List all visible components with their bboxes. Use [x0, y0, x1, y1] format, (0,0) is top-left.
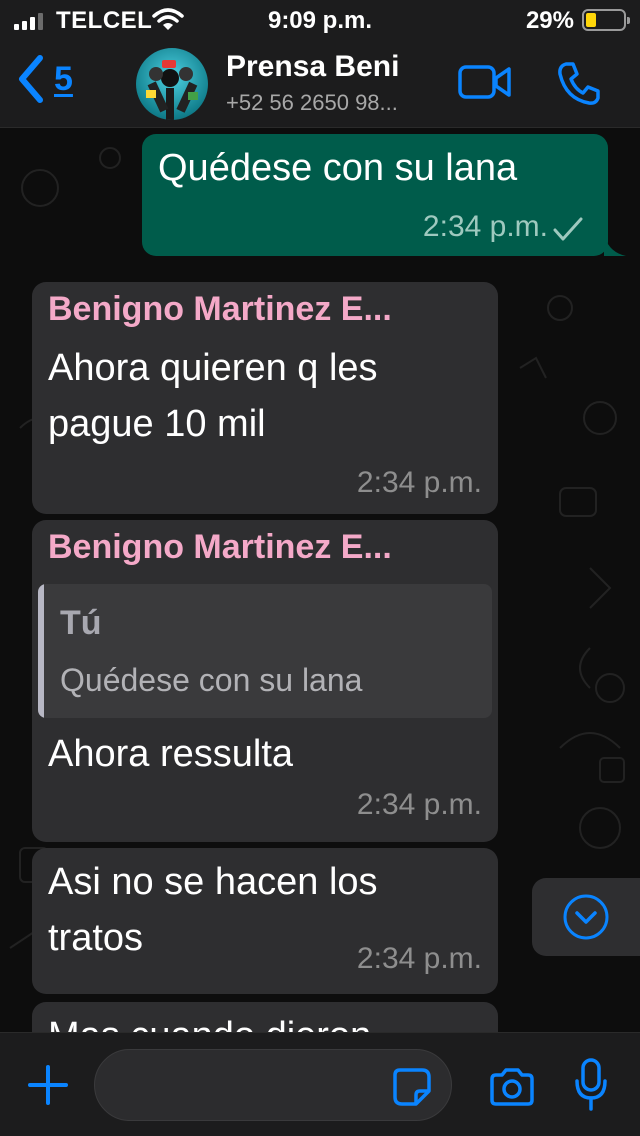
avatar[interactable]	[136, 48, 208, 120]
message-bubble-incoming[interactable]: Benigno Martinez E... Ahora quieren q le…	[32, 282, 498, 514]
contact-name[interactable]: Prensa Beni	[226, 50, 399, 84]
chevron-down-circle-icon	[563, 894, 609, 940]
battery-level-fill	[586, 13, 596, 27]
message-text: Asi no se hacen los tratos	[48, 854, 378, 966]
message-bubble-incoming[interactable]: Benigno Martinez E... Tú Quédese con su …	[32, 520, 498, 842]
message-composer	[0, 1032, 640, 1136]
message-text: Ahora ressulta	[48, 733, 294, 775]
message-bubble-incoming[interactable]: Asi no se hacen los tratos 2:34 p.m.	[32, 848, 498, 994]
video-camera-icon	[458, 65, 511, 99]
back-button[interactable]: 5	[16, 54, 73, 104]
quote-bar	[38, 584, 44, 718]
message-text: Mas cuando dieron	[48, 1008, 371, 1032]
voice-call-button[interactable]	[556, 60, 602, 111]
scroll-to-bottom-button[interactable]	[532, 878, 640, 956]
camera-button[interactable]	[488, 1067, 536, 1112]
status-bar: TELCEL 9:09 p.m. 29%	[0, 0, 640, 40]
message-bubble-incoming[interactable]: Mas cuando dieron	[32, 1002, 498, 1032]
message-time: 2:34 p.m.	[356, 466, 482, 499]
message-text-line: Asi no se hacen los	[48, 861, 378, 903]
contact-phone: +52 56 2650 98...	[226, 90, 398, 115]
quoted-author: Tú	[60, 604, 102, 642]
message-time: 2:34 p.m.	[356, 942, 482, 975]
battery-percentage: 29%	[525, 7, 574, 34]
quoted-text: Quédese con su lana	[60, 662, 363, 698]
message-text-line: tratos	[48, 917, 144, 959]
message-bubble-outgoing[interactable]: Quédese con su lana 2:34 p.m.	[142, 134, 626, 256]
bubble-tail	[604, 234, 626, 256]
message-text-line: pague 10 mil	[48, 403, 266, 445]
message-text: Quédese con su lana	[158, 147, 518, 189]
chevron-left-icon	[19, 55, 43, 103]
checkmark-icon	[553, 217, 583, 241]
voice-message-button[interactable]	[574, 1057, 608, 1118]
sticker-icon	[393, 1068, 431, 1106]
sticker-button[interactable]	[392, 1067, 432, 1112]
phone-icon	[558, 62, 600, 105]
unread-count: 5	[54, 59, 73, 98]
message-list[interactable]: Quédese con su lana 2:34 p.m. Benigno Ma…	[0, 128, 640, 1032]
battery-icon	[582, 9, 630, 31]
camera-icon	[490, 1068, 534, 1106]
message-time: 2:34 p.m.	[356, 788, 482, 821]
avatar-image	[146, 60, 198, 120]
quoted-message[interactable]: Tú Quédese con su lana	[38, 584, 492, 718]
microphone-icon	[575, 1058, 607, 1111]
attach-button[interactable]	[26, 1063, 70, 1112]
video-call-button[interactable]	[458, 64, 512, 105]
plus-icon	[28, 1065, 68, 1105]
sender-name: Benigno Martinez E...	[48, 528, 392, 566]
message-text: Ahora quieren q les pague 10 mil	[48, 340, 378, 452]
message-text-line: Ahora quieren q les	[48, 347, 378, 389]
sender-name: Benigno Martinez E...	[48, 290, 392, 328]
chat-header: 5 Prensa Beni +52 56 2650 98...	[0, 40, 640, 128]
message-time: 2:34 p.m.	[422, 210, 548, 243]
